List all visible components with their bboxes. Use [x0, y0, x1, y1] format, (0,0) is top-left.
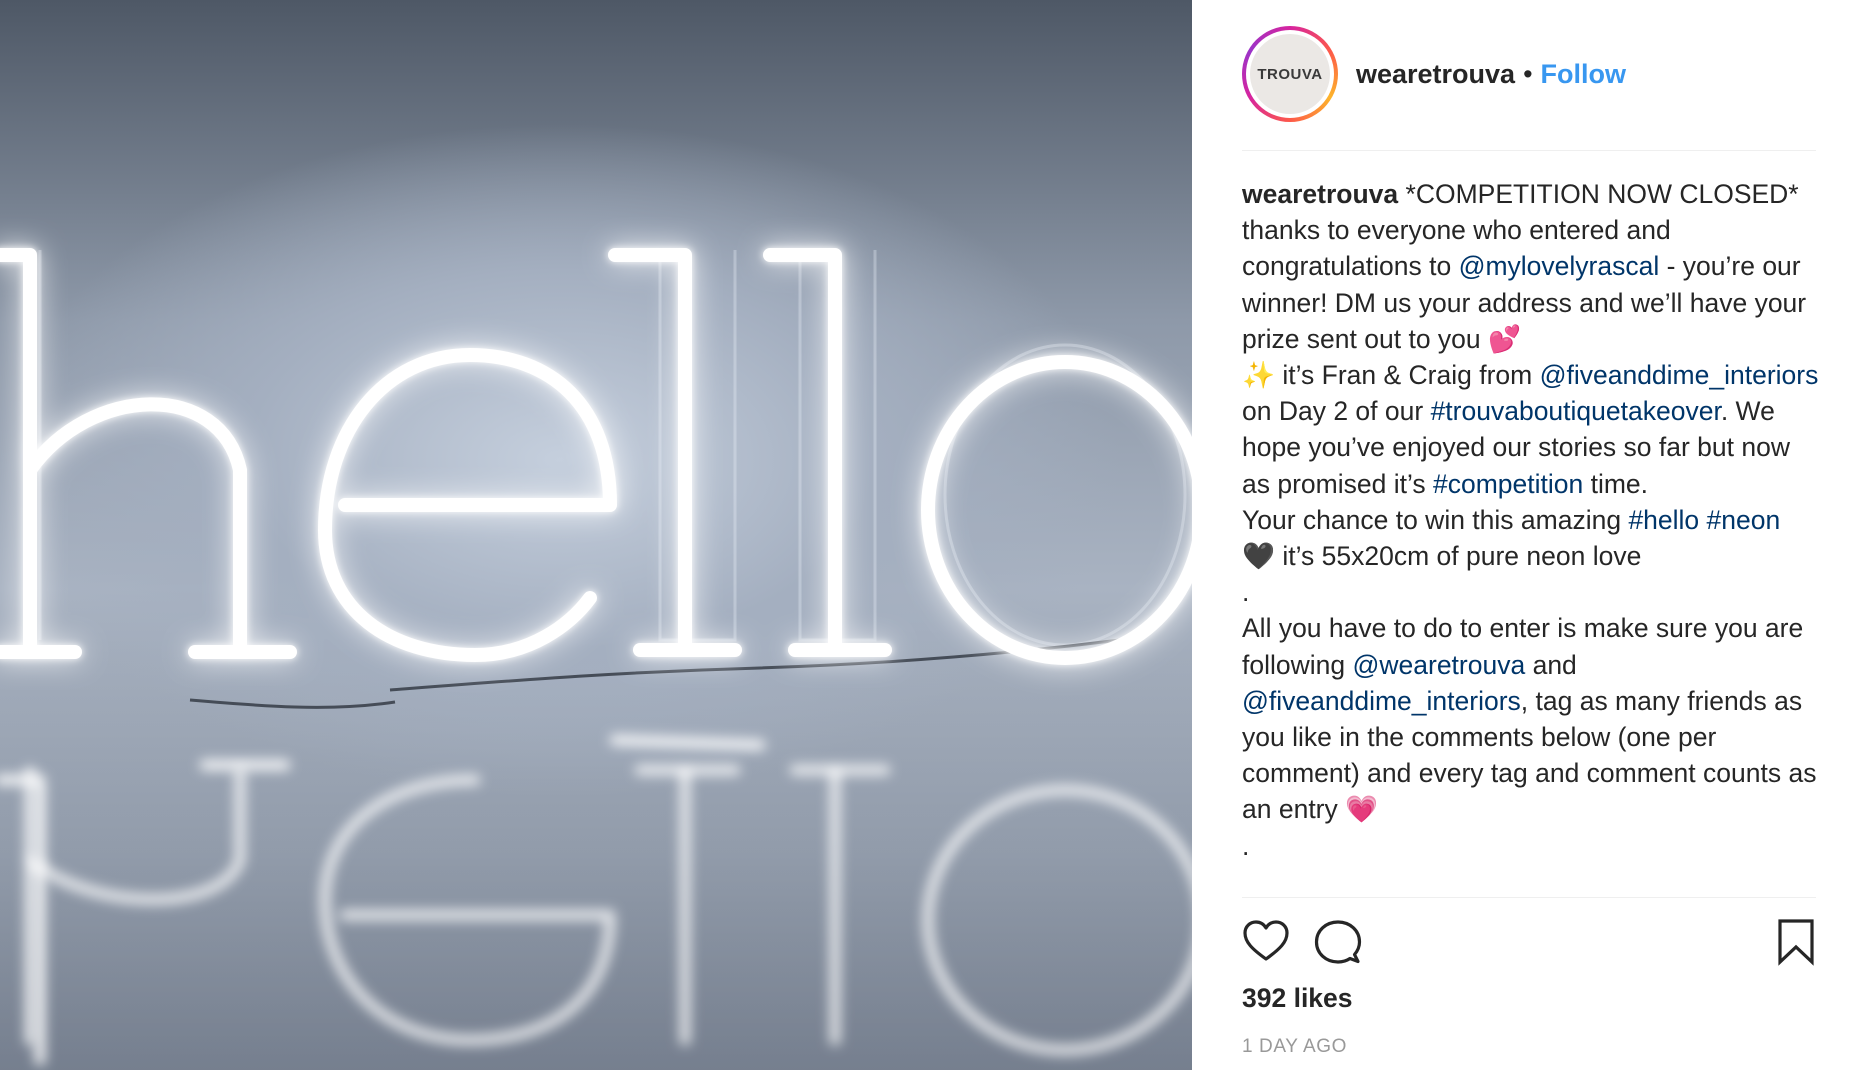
mention-link-mylovelyrascal[interactable]: @mylovelyrascal [1459, 251, 1660, 281]
header-divider [1242, 150, 1816, 151]
heart-icon[interactable] [1242, 918, 1290, 971]
instagram-post: TROUVA wearetrouva • Follow wearetrouva … [0, 0, 1850, 1070]
caption-text: 🖤 it’s 55x20cm of pure neon love [1242, 541, 1642, 572]
caption-paragraph-1: wearetrouva *COMPETITION NOW CLOSED* tha… [1242, 176, 1820, 357]
post-sidebar: TROUVA wearetrouva • Follow wearetrouva … [1192, 0, 1850, 1070]
caption-text: ✨ it’s Fran & Craig from [1242, 360, 1540, 391]
post-image[interactable] [0, 0, 1192, 1070]
neon-hello-sign [0, 248, 1192, 1070]
bookmark-icon[interactable] [1776, 918, 1816, 971]
caption-text: time. [1583, 468, 1649, 499]
caption-dot-1: . [1242, 577, 1250, 608]
follow-button[interactable]: Follow [1541, 59, 1626, 90]
avatar-logo: TROUVA [1250, 34, 1330, 114]
caption-text: on Day 2 of our [1242, 396, 1431, 427]
hashtag-link-hello[interactable]: #hello [1628, 505, 1699, 535]
caption-dot-2: . [1242, 830, 1250, 861]
mention-link-wearetrouva[interactable]: @wearetrouva [1352, 650, 1525, 680]
post-timestamp[interactable]: 1 DAY AGO [1242, 1036, 1347, 1058]
caption-paragraph-3: Your chance to win this amazing #hello #… [1242, 502, 1820, 574]
caption-text: and [1525, 649, 1577, 680]
actions-divider [1242, 897, 1816, 898]
hashtag-link-neon[interactable]: #neon [1707, 505, 1781, 535]
comment-icon[interactable] [1314, 918, 1362, 971]
avatar-ring-gap: TROUVA [1246, 30, 1334, 118]
hashtag-link-competition[interactable]: #competition [1433, 469, 1583, 499]
hashtag-link-trouvaboutiquetakeover[interactable]: #trouvaboutiquetakeover [1431, 396, 1721, 426]
avatar[interactable]: TROUVA [1242, 26, 1338, 122]
mention-link-fiveanddime-interiors[interactable]: @fiveanddime_interiors [1540, 360, 1819, 390]
header-separator: • [1523, 58, 1533, 89]
caption-paragraph-2: ✨ it’s Fran & Craig from @fiveanddime_in… [1242, 357, 1820, 502]
post-caption: wearetrouva *COMPETITION NOW CLOSED* tha… [1242, 176, 1820, 864]
likes-count[interactable]: 392 likes [1242, 983, 1353, 1014]
post-actions [1242, 918, 1816, 968]
header-username-link[interactable]: wearetrouva [1356, 59, 1515, 90]
caption-space [1699, 505, 1706, 535]
caption-username-link[interactable]: wearetrouva [1242, 179, 1398, 209]
mention-link-fiveanddime-interiors[interactable]: @fiveanddime_interiors [1242, 686, 1521, 716]
caption-text: Your chance to win this amazing [1242, 504, 1629, 535]
caption-paragraph-4: All you have to do to enter is make sure… [1242, 610, 1820, 827]
post-header: TROUVA wearetrouva • Follow [1242, 26, 1626, 122]
